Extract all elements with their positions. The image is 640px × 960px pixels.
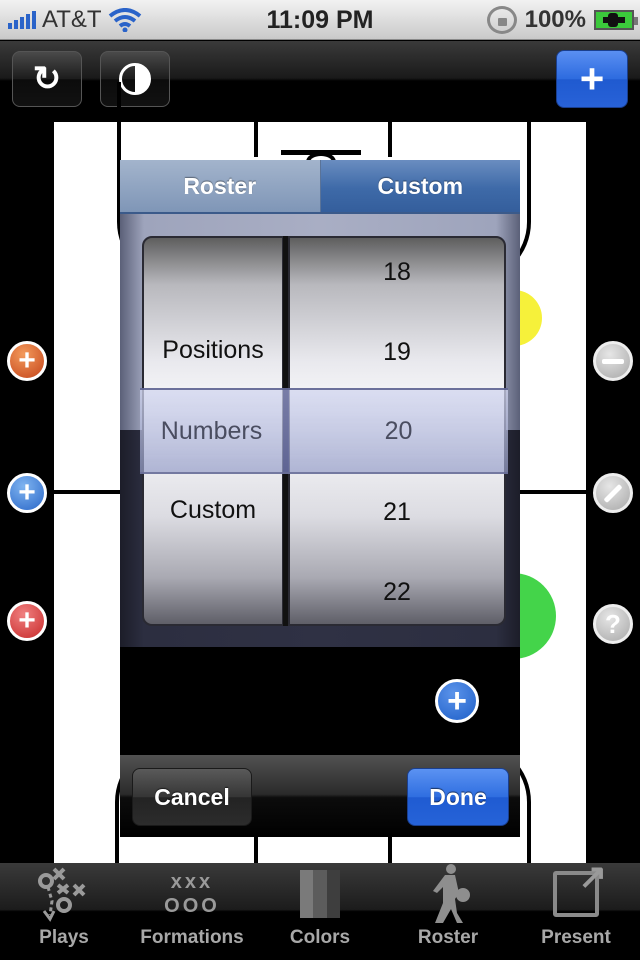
player-silhouette-icon — [423, 863, 473, 925]
segment-roster[interactable]: Roster — [120, 160, 321, 212]
refresh-icon: ↻ — [32, 60, 62, 98]
tab-plays[interactable]: Plays — [0, 863, 128, 960]
tab-roster[interactable]: Roster — [384, 863, 512, 960]
lane-line — [388, 122, 392, 157]
formation-x-row: xxx — [170, 871, 214, 893]
picker-row[interactable]: Custom — [144, 470, 282, 550]
tab-bar: Plays xxx OOO Formations Colors Roster ↗… — [0, 857, 640, 960]
rotation-lock-icon — [486, 6, 517, 34]
tab-present[interactable]: Present — [512, 857, 640, 960]
tab-formations[interactable]: xxx OOO Formations — [128, 863, 256, 960]
status-right: 100% — [486, 6, 638, 34]
add-orange-player-button[interactable]: + — [7, 341, 47, 381]
formations-icon: xxx OOO — [164, 863, 220, 925]
selected-label-type[interactable]: Numbers — [140, 390, 283, 472]
add-custom-button[interactable]: + — [435, 679, 479, 723]
popover-toolbar: Cancel Done — [120, 755, 520, 837]
help-button[interactable]: ? — [593, 604, 633, 644]
plus-icon: + — [18, 476, 36, 509]
add-button[interactable]: + — [556, 50, 628, 108]
picker-row[interactable]: 21 — [290, 472, 504, 552]
battery-charging-icon — [594, 10, 638, 30]
pencil-icon — [603, 483, 623, 503]
done-button[interactable]: Done — [407, 768, 509, 826]
plus-icon: + — [447, 681, 467, 720]
tab-label: Roster — [417, 927, 479, 948]
minus-icon — [602, 358, 624, 364]
add-blue-player-button[interactable]: + — [7, 473, 47, 513]
label-picker-popover: Roster Custom Positions Custom 18 19 21 … — [120, 160, 520, 840]
segmented-control: Roster Custom — [120, 160, 520, 214]
status-bar: AT&T 11:09 PM 100% — [0, 0, 640, 40]
selected-number[interactable]: 20 — [289, 390, 508, 472]
picker-selection-indicator: Numbers 20 — [140, 388, 508, 474]
picker-row[interactable]: 22 — [290, 552, 504, 624]
cancel-button[interactable]: Cancel — [132, 768, 252, 826]
picker-row[interactable]: Positions — [144, 310, 282, 390]
present-icon — [553, 857, 607, 925]
formation-o-row: OOO — [164, 895, 220, 917]
picker: Positions Custom 18 19 21 22 Numbers 20 — [120, 214, 520, 647]
tab-colors[interactable]: Colors — [256, 863, 384, 960]
tab-label: Plays — [39, 927, 89, 948]
colors-icon — [300, 863, 340, 925]
tab-label: Formations — [140, 927, 244, 948]
add-red-player-button[interactable]: + — [7, 601, 47, 641]
remove-button[interactable] — [593, 341, 633, 381]
picker-row[interactable]: 19 — [290, 312, 504, 392]
tab-label: Colors — [289, 927, 351, 948]
popover-body: + — [120, 647, 520, 755]
draw-button[interactable] — [593, 473, 633, 513]
tab-label: Present — [541, 927, 611, 948]
battery-percent: 100% — [524, 6, 586, 33]
plus-icon: + — [18, 344, 36, 377]
plus-icon: + — [579, 55, 605, 102]
refresh-button[interactable]: ↻ — [12, 51, 82, 107]
segment-custom[interactable]: Custom — [320, 160, 520, 212]
picker-row[interactable]: 18 — [290, 238, 504, 312]
lane-line — [254, 122, 258, 157]
question-icon: ? — [605, 609, 621, 639]
plays-icon — [36, 863, 92, 925]
plus-icon: + — [18, 604, 36, 637]
